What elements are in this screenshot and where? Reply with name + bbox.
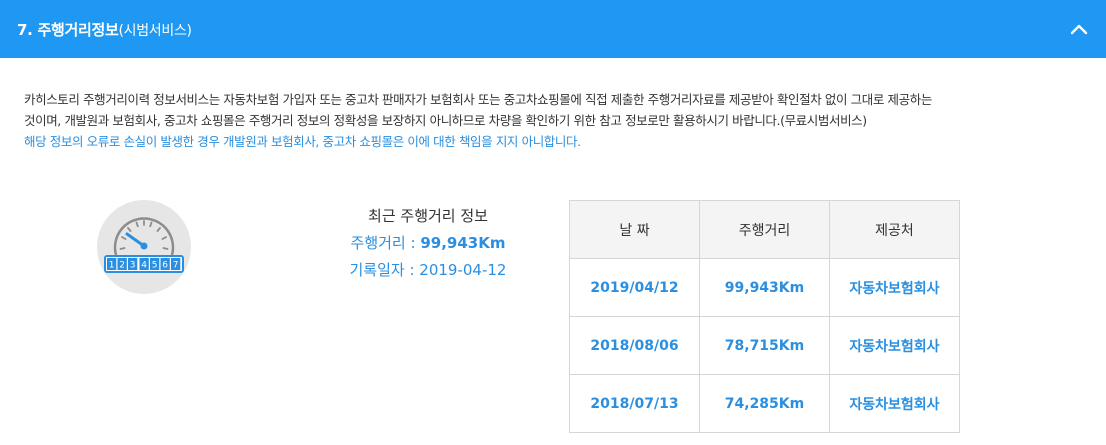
table-row: 2018/07/13 74,285Km 자동차보험회사 xyxy=(569,374,960,433)
section-title-main: 7. 주행거리정보 xyxy=(17,20,119,39)
cell-provider: 자동차보험회사 xyxy=(829,316,960,375)
table-header-row: 날 짜 주행거리 제공처 xyxy=(569,200,960,259)
mileage-value: 99,943Km xyxy=(420,234,506,252)
cell-provider: 자동차보험회사 xyxy=(829,258,960,317)
cell-mileage: 99,943Km xyxy=(699,258,830,317)
section-title-sub: (시범서비스) xyxy=(118,22,192,39)
odometer-digit: 7 xyxy=(173,261,179,271)
odometer-digit: 6 xyxy=(162,261,168,271)
latest-mileage-info: 최근 주행거리 정보 주행거리 : 99,943Km 기록일자 : 2019-0… xyxy=(318,203,538,284)
cell-provider: 자동차보험회사 xyxy=(829,374,960,433)
cell-mileage: 74,285Km xyxy=(699,374,830,433)
intro-line-2: 것이며, 개발원과 보험회사, 중고차 쇼핑몰은 주행거리 정보의 정확성을 보… xyxy=(24,113,867,128)
odometer-digit: 5 xyxy=(152,261,158,271)
table-row: 2019/04/12 99,943Km 자동차보험회사 xyxy=(569,258,960,317)
latest-mileage-row: 주행거리 : 99,943Km xyxy=(318,230,538,257)
column-header-provider: 제공처 xyxy=(829,200,960,259)
table-row: 2018/08/06 78,715Km 자동차보험회사 xyxy=(569,316,960,375)
cell-mileage: 78,715Km xyxy=(699,316,830,375)
collapse-button[interactable] xyxy=(1064,14,1094,44)
record-date-row: 기록일자 : 2019-04-12 xyxy=(318,257,538,284)
disclaimer-notice: 해당 정보의 오류로 손실이 발생한 경우 개발원과 보험회사, 중고차 쇼핑몰… xyxy=(24,134,581,149)
intro-text: 카히스토리 주행거리이력 정보서비스는 자동차보험 가입자 또는 중고차 판매자… xyxy=(24,89,1084,152)
cell-date: 2018/07/13 xyxy=(569,374,700,433)
cell-date: 2019/04/12 xyxy=(569,258,700,317)
section-title: 7. 주행거리정보(시범서비스) xyxy=(17,19,192,40)
odometer-digit: 2 xyxy=(119,261,125,271)
mileage-history-table: 날 짜 주행거리 제공처 2019/04/12 99,943Km 자동차보험회사… xyxy=(569,200,960,433)
chevron-up-icon xyxy=(1070,24,1088,35)
latest-mileage-title: 최근 주행거리 정보 xyxy=(368,207,488,225)
odometer-digit: 4 xyxy=(141,261,147,271)
odometer-gauge-icon: 1234567 xyxy=(96,199,192,295)
column-header-mileage: 주행거리 xyxy=(699,200,830,259)
odometer-digit: 3 xyxy=(130,261,136,271)
intro-line-1: 카히스토리 주행거리이력 정보서비스는 자동차보험 가입자 또는 중고차 판매자… xyxy=(24,92,932,107)
odometer-digit: 1 xyxy=(109,261,115,271)
record-date-label: 기록일자 : xyxy=(349,261,420,279)
column-header-date: 날 짜 xyxy=(569,200,700,259)
section-header[interactable]: 7. 주행거리정보(시범서비스) xyxy=(0,0,1106,58)
record-date-value: 2019-04-12 xyxy=(419,261,507,279)
mileage-label: 주행거리 : xyxy=(350,234,421,252)
cell-date: 2018/08/06 xyxy=(569,316,700,375)
